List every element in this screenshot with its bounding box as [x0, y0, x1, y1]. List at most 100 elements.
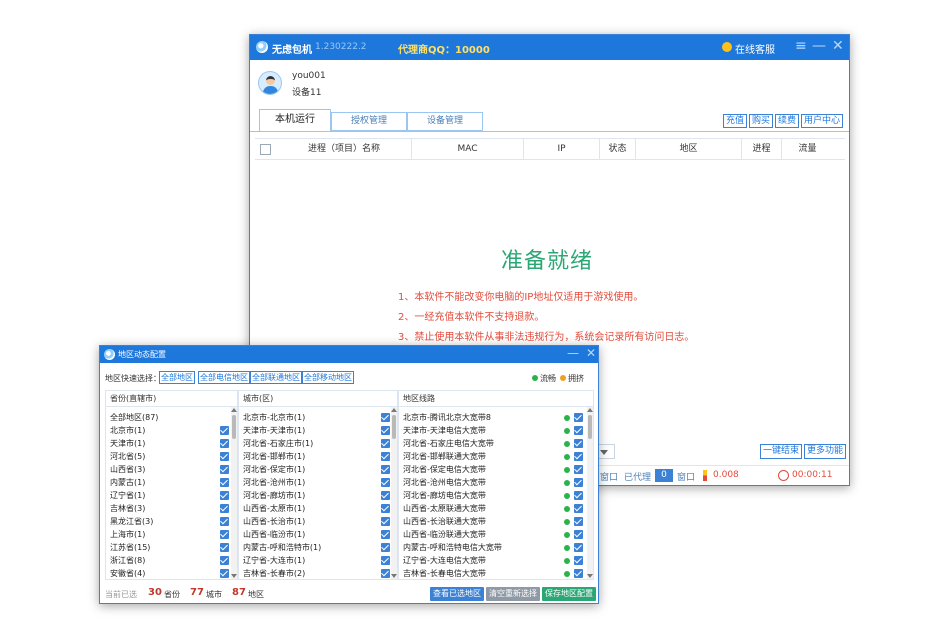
select-all-checkbox[interactable] — [260, 144, 271, 155]
checkbox[interactable] — [574, 543, 583, 552]
checkbox[interactable] — [574, 452, 583, 461]
checkbox[interactable] — [220, 569, 229, 578]
list-item[interactable]: 吉林省-长春市(2) — [239, 567, 397, 580]
list-item[interactable]: 黑龙江省(3) — [106, 515, 237, 528]
list-item[interactable]: 辽宁省(1) — [106, 489, 237, 502]
checkbox[interactable] — [381, 543, 390, 552]
list-item[interactable]: 河北省-邯郸市(1) — [239, 450, 397, 463]
tab-device-management[interactable]: 设备管理 — [407, 112, 483, 131]
scroll-down-icon[interactable] — [391, 574, 397, 578]
checkbox[interactable] — [381, 556, 390, 565]
tab-local-run[interactable]: 本机运行 — [259, 109, 331, 132]
list-item[interactable]: 山西省-长治联通大宽带 — [399, 515, 593, 528]
list-item[interactable]: 江苏省(15) — [106, 541, 237, 554]
all-regions-button[interactable]: 全部地区 — [159, 371, 195, 384]
all-telecom-button[interactable]: 全部电信地区 — [198, 371, 250, 384]
checkbox[interactable] — [574, 465, 583, 474]
buy-button[interactable]: 购买 — [749, 114, 774, 128]
scroll-down-icon[interactable] — [587, 574, 593, 578]
list-item[interactable]: 河北省-石家庄电信大宽带 — [399, 437, 593, 450]
online-service-icon[interactable] — [722, 42, 732, 52]
list-item[interactable]: 河北省-廊坊电信大宽带 — [399, 489, 593, 502]
scroll-up-icon[interactable] — [587, 408, 593, 412]
checkbox[interactable] — [381, 413, 390, 422]
checkbox[interactable] — [381, 491, 390, 500]
save-region-config-button[interactable]: 保存地区配置 — [542, 587, 596, 601]
list-item[interactable]: 天津市-天津电信大宽带 — [399, 424, 593, 437]
checkbox[interactable] — [381, 504, 390, 513]
online-service-link[interactable]: 在线客服 — [735, 41, 775, 56]
list-item[interactable]: 内蒙古-呼和浩特电信大宽带 — [399, 541, 593, 554]
list-item[interactable]: 河北省-石家庄市(1) — [239, 437, 397, 450]
all-mobile-button[interactable]: 全部移动地区 — [302, 371, 354, 384]
list-item[interactable]: 河北省-邯郸联通大宽带 — [399, 450, 593, 463]
list-item[interactable]: 山西省-临汾联通大宽带 — [399, 528, 593, 541]
list-item[interactable]: 内蒙古-呼和浩特市(1) — [239, 541, 397, 554]
checkbox[interactable] — [220, 504, 229, 513]
list-item[interactable]: 河北省-保定电信大宽带 — [399, 463, 593, 476]
checkbox[interactable] — [574, 491, 583, 500]
checkbox[interactable] — [381, 569, 390, 578]
checkbox[interactable] — [574, 517, 583, 526]
list-item[interactable]: 辽宁省-大连市(1) — [239, 554, 397, 567]
list-item[interactable]: 山西省(3) — [106, 463, 237, 476]
checkbox[interactable] — [381, 465, 390, 474]
city-scrollbar[interactable] — [391, 407, 397, 579]
checkbox[interactable] — [220, 439, 229, 448]
list-item[interactable]: 北京市(1) — [106, 424, 237, 437]
checkbox[interactable] — [220, 426, 229, 435]
checkbox[interactable] — [574, 478, 583, 487]
checkbox[interactable] — [574, 439, 583, 448]
list-item[interactable]: 内蒙古(1) — [106, 476, 237, 489]
region-minimize-button[interactable]: — — [567, 346, 579, 360]
checkbox[interactable] — [220, 478, 229, 487]
menu-icon[interactable]: ≡ — [795, 38, 807, 54]
more-functions-button[interactable]: 更多功能 — [804, 444, 847, 459]
checkbox[interactable] — [220, 543, 229, 552]
col-ip[interactable]: IP — [523, 139, 599, 159]
col-traffic[interactable]: 流量 — [781, 139, 833, 159]
user-center-button[interactable]: 用户中心 — [801, 114, 844, 128]
checkbox[interactable] — [381, 478, 390, 487]
col-mac[interactable]: MAC — [411, 139, 523, 159]
checkbox[interactable] — [381, 517, 390, 526]
list-item[interactable]: 山西省-太原市(1) — [239, 502, 397, 515]
checkbox[interactable] — [220, 530, 229, 539]
list-item[interactable]: 浙江省(8) — [106, 554, 237, 567]
list-item[interactable]: 北京市-北京市(1) — [239, 411, 397, 424]
list-item[interactable]: 河北省-沧州电信大宽带 — [399, 476, 593, 489]
list-item[interactable]: 上海市(1) — [106, 528, 237, 541]
minimize-button[interactable]: — — [812, 38, 826, 54]
checkbox[interactable] — [220, 556, 229, 565]
col-status[interactable]: 状态 — [599, 139, 635, 159]
list-item[interactable]: 山西省-临汾市(1) — [239, 528, 397, 541]
scroll-up-icon[interactable] — [391, 408, 397, 412]
checkbox[interactable] — [381, 452, 390, 461]
checkbox[interactable] — [574, 504, 583, 513]
one-key-end-button[interactable]: 一键结束 — [760, 444, 803, 459]
col-process-name[interactable]: 进程（项目）名称 — [277, 139, 411, 159]
scroll-down-icon[interactable] — [231, 574, 237, 578]
list-item[interactable]: 河北省-沧州市(1) — [239, 476, 397, 489]
checkbox[interactable] — [381, 426, 390, 435]
list-item[interactable]: 吉林省-长春电信大宽带 — [399, 567, 593, 580]
list-item[interactable]: 辽宁省-大连电信大宽带 — [399, 554, 593, 567]
province-scrollbar[interactable] — [231, 407, 237, 579]
recharge-button[interactable]: 充值 — [723, 114, 748, 128]
list-item[interactable]: 河北省-保定市(1) — [239, 463, 397, 476]
list-item[interactable]: 天津市(1) — [106, 437, 237, 450]
list-item[interactable]: 河北省-廊坊市(1) — [239, 489, 397, 502]
close-button[interactable]: ✕ — [832, 38, 844, 54]
checkbox[interactable] — [220, 452, 229, 461]
scroll-up-icon[interactable] — [231, 408, 237, 412]
all-unicom-button[interactable]: 全部联通地区 — [250, 371, 302, 384]
checkbox[interactable] — [574, 413, 583, 422]
list-item[interactable]: 北京市-腾讯北京大宽带8 — [399, 411, 593, 424]
list-item[interactable]: 吉林省(3) — [106, 502, 237, 515]
line-scrollbar[interactable] — [587, 407, 593, 579]
checkbox[interactable] — [574, 556, 583, 565]
list-item[interactable]: 河北省(5) — [106, 450, 237, 463]
checkbox[interactable] — [574, 569, 583, 578]
clear-reselect-button[interactable]: 清空重新选择 — [486, 587, 540, 601]
renew-button[interactable]: 续费 — [775, 114, 800, 128]
